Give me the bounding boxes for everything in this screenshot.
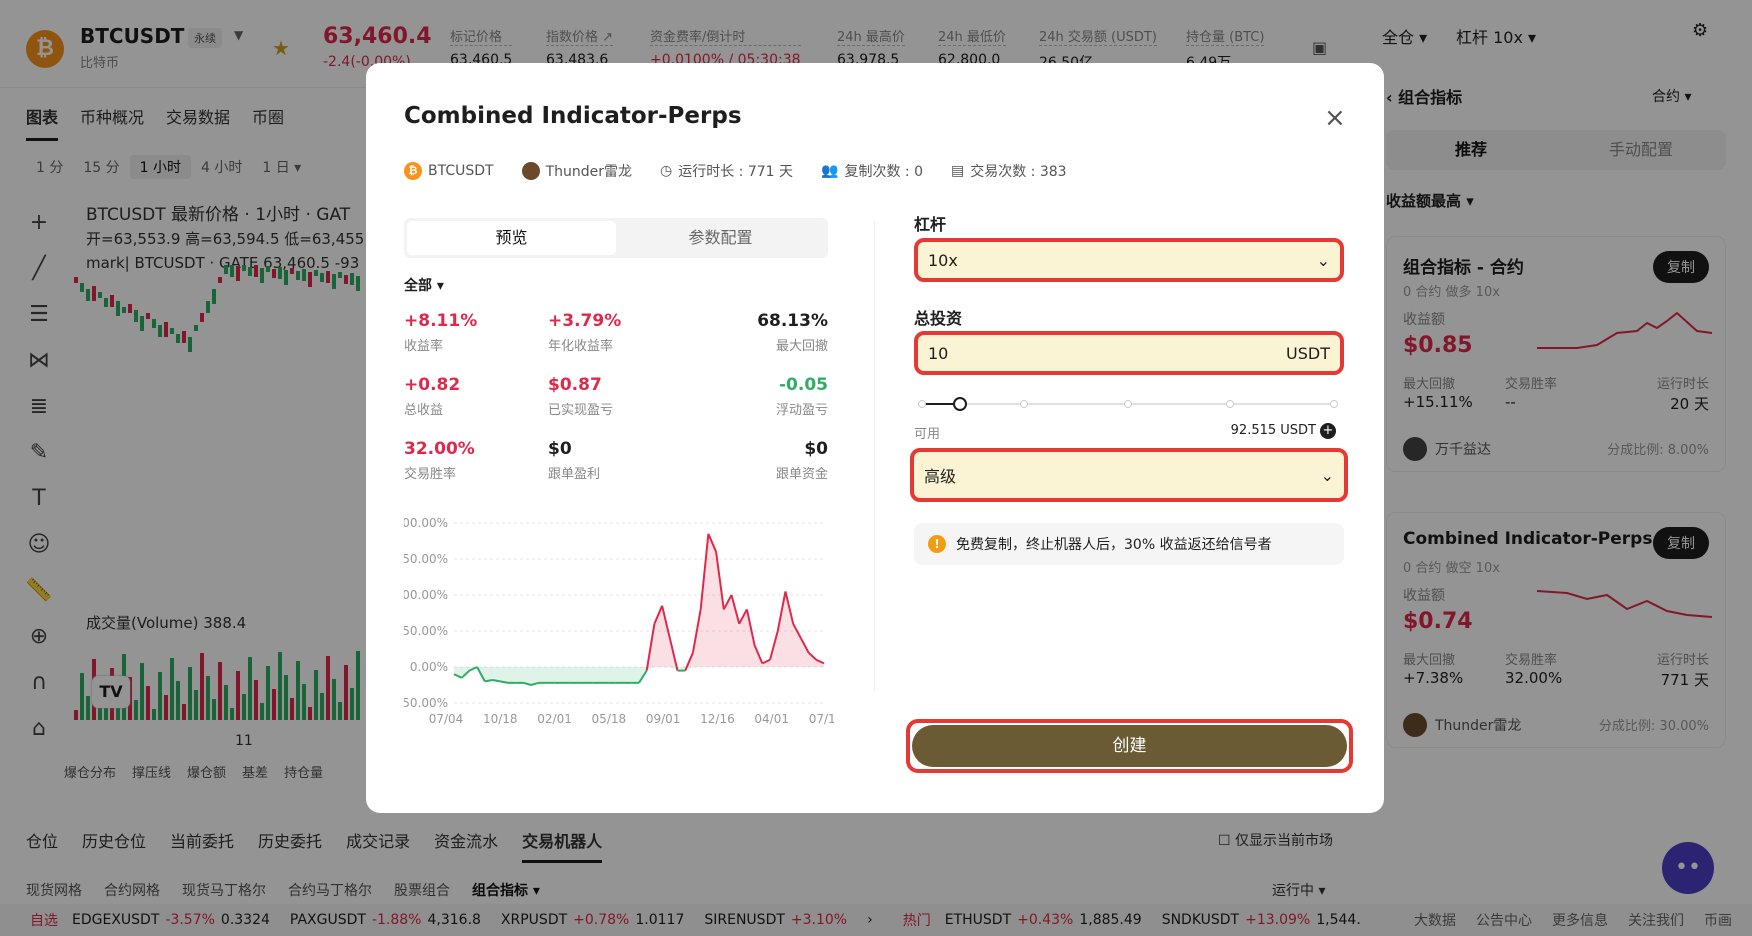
y-tick-label: 150.00%	[404, 552, 448, 566]
metric-copy-profit: $0	[548, 439, 572, 459]
info-user-text: Thunder雷龙	[545, 164, 633, 180]
metric-label: 最大回撤	[775, 339, 828, 354]
x-tick-label: 12/16	[700, 712, 735, 726]
metric-label: 跟单盈利	[548, 467, 601, 482]
investment-input[interactable]: 10 USDT	[914, 331, 1344, 375]
strategy-info: ₿ BTCUSDT Thunder雷龙 ◷ 运行时长 : 771 天 👥 复制次数 :…	[404, 161, 1067, 181]
clock-icon: ◷	[660, 163, 673, 179]
metric-win-rate: 32.00%	[404, 439, 475, 459]
tab-preview[interactable]: 预览	[407, 221, 616, 255]
leverage-value: 10x	[928, 250, 958, 270]
slider-handle[interactable]	[953, 397, 967, 411]
y-tick-label: -50.00%	[404, 696, 448, 710]
x-tick-label: 09/01	[646, 712, 681, 726]
metric-label: 总收益	[404, 403, 444, 418]
slider-stop[interactable]	[1124, 400, 1132, 408]
info-runtime: ◷ 运行时长 : 771 天	[660, 161, 793, 181]
metric-return-rate: +8.11%	[404, 311, 478, 331]
preview-tabs: 预览 参数配置	[404, 218, 828, 258]
series-segment	[484, 678, 493, 683]
divider	[874, 221, 875, 691]
y-tick-label: 200.00%	[404, 516, 448, 530]
x-tick-label: 02/01	[537, 712, 572, 726]
x-tick-label: 05/18	[592, 712, 627, 726]
y-tick-label: 50.00%	[404, 624, 448, 638]
metric-total-profit: +0.82	[404, 375, 461, 395]
available-balance: 92.515 USDT +	[1036, 423, 1336, 439]
slider-stop[interactable]	[1020, 400, 1028, 408]
info-trades: ▤ 交易次数 : 383	[951, 161, 1067, 181]
metric-label: 已实现盈亏	[548, 403, 614, 418]
x-tick-label: 04/01	[754, 712, 789, 726]
metric-label: 交易胜率	[404, 467, 457, 482]
trades-icon: ▤	[951, 163, 965, 179]
leverage-label: 杠杆	[914, 215, 947, 234]
slider-stop[interactable]	[918, 400, 926, 408]
performance-chart[interactable]: 200.00% 150.00% 100.00% 50.00% 0.00% -50.00% 0…	[404, 503, 834, 733]
series-segment	[500, 680, 509, 684]
tab-parameters[interactable]: 参数配置	[616, 221, 825, 255]
copy-strategy-modal: Combined Indicator-Perps × ₿ BTCUSDT Thun…	[366, 63, 1384, 813]
investment-unit: USDT	[1286, 343, 1330, 363]
available-label: 可用	[914, 427, 941, 442]
metric-realized-pnl: $0.87	[548, 375, 602, 395]
period-filter[interactable]: 全部 ▾	[404, 275, 444, 295]
metric-max-drawdown: 68.13%	[757, 311, 828, 331]
metric-floating-pnl: -0.05	[779, 375, 828, 395]
metric-label: 收益率	[404, 339, 444, 354]
metric-copy-funds: $0	[804, 439, 828, 459]
available-value: 92.515 USDT	[1230, 423, 1316, 438]
slider-stop[interactable]	[1226, 400, 1234, 408]
investment-value: 10	[928, 343, 949, 363]
close-icon[interactable]: ×	[1324, 103, 1346, 133]
info-runtime-text: 运行时长 : 771 天	[678, 164, 794, 180]
info-trades-text: 交易次数 : 383	[970, 164, 1067, 180]
notice-text: 免费复制，终止机器人后，30% 收益返还给信号者	[956, 537, 1272, 553]
x-tick-label: 07/04	[429, 712, 464, 726]
chevron-down-icon: ⌄	[1320, 465, 1334, 485]
leverage-select[interactable]: 10x ⌄	[914, 238, 1344, 282]
y-tick-label: 0.00%	[410, 660, 448, 674]
advanced-settings-toggle[interactable]: 高级 ⌄	[910, 448, 1348, 502]
metric-label: 年化收益率	[548, 339, 614, 354]
copy-notice: ! 免费复制，终止机器人后，30% 收益返还给信号者	[914, 523, 1344, 565]
add-funds-icon[interactable]: +	[1320, 423, 1336, 439]
metric-label: 浮动盈亏	[775, 403, 828, 418]
x-tick-label: 07/16	[809, 712, 834, 726]
x-tick-label: 10/18	[483, 712, 518, 726]
advanced-label: 高级	[924, 467, 957, 486]
investment-label: 总投资	[914, 309, 963, 328]
info-pair: ₿ BTCUSDT	[404, 162, 494, 180]
info-copies-text: 复制次数 : 0	[844, 164, 923, 180]
modal-title: Combined Indicator-Perps	[404, 103, 742, 129]
warning-icon: !	[928, 535, 946, 553]
info-copies: 👥 复制次数 : 0	[821, 161, 923, 181]
chevron-down-icon: ⌄	[1316, 250, 1330, 270]
metric-label: 跟单资金	[775, 467, 828, 482]
create-button[interactable]: 创建	[912, 725, 1347, 767]
positive-area	[454, 533, 824, 667]
slider-stop[interactable]	[1330, 400, 1338, 408]
metric-annual-return: +3.79%	[548, 311, 622, 331]
info-pair-text: BTCUSDT	[428, 163, 494, 179]
info-user[interactable]: Thunder雷龙	[521, 161, 633, 181]
series-segment	[492, 678, 501, 683]
create-button-frame: 创建	[906, 719, 1353, 773]
y-tick-label: 100.00%	[404, 588, 448, 602]
bitcoin-icon: ₿	[404, 162, 422, 180]
users-icon: 👥	[821, 163, 839, 179]
avatar	[521, 162, 540, 180]
investment-slider[interactable]	[918, 397, 1338, 411]
